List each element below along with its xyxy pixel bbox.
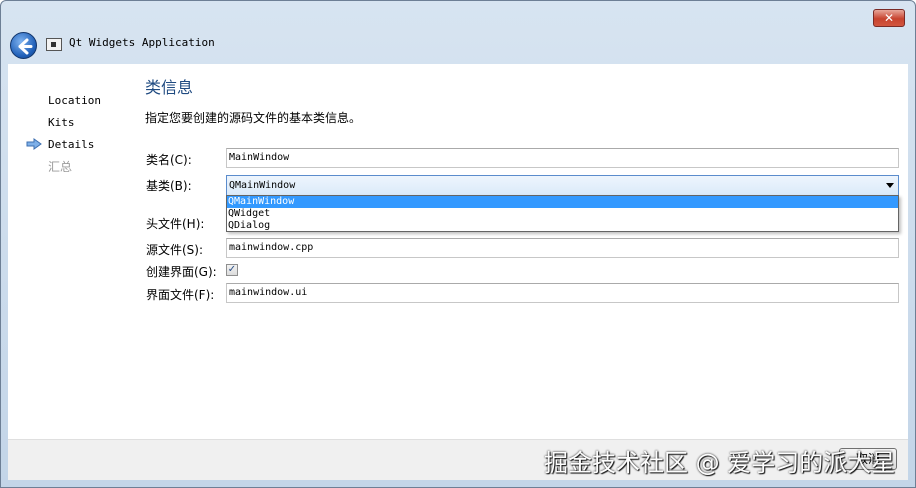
class-name-label: 类名(C): xyxy=(146,153,192,167)
base-class-value: QMainWindow xyxy=(229,180,296,191)
source-file-label: 源文件(S): xyxy=(146,243,204,257)
dropdown-option[interactable]: QDialog xyxy=(227,220,898,232)
base-class-dropdown-list: QMainWindow QWidget QDialog xyxy=(226,195,899,232)
page-subtitle: 指定您要创建的源码文件的基本类信息。 xyxy=(145,111,362,125)
form-file-label: 界面文件(F): xyxy=(146,288,215,302)
step-summary: 汇总 xyxy=(48,160,73,174)
back-button[interactable] xyxy=(10,32,37,59)
create-form-label: 创建界面(G): xyxy=(146,265,217,279)
base-class-label: 基类(B): xyxy=(146,179,192,193)
dropdown-option[interactable]: QMainWindow xyxy=(227,196,898,208)
step-details: Details xyxy=(48,138,95,151)
window-title: Qt Widgets Application xyxy=(69,36,215,49)
back-arrow-icon xyxy=(18,38,33,55)
create-form-checkbox[interactable]: ✓ xyxy=(226,264,238,276)
step-kits: Kits xyxy=(48,116,75,129)
form-file-input[interactable]: mainwindow.ui xyxy=(226,283,899,303)
chevron-down-icon[interactable] xyxy=(886,183,894,188)
page-heading: 类信息 xyxy=(145,78,194,97)
dropdown-option[interactable]: QWidget xyxy=(227,208,898,220)
app-icon xyxy=(46,38,62,51)
base-class-combobox[interactable]: QMainWindow xyxy=(226,175,899,196)
current-step-arrow-icon xyxy=(26,138,42,150)
class-name-input[interactable]: MainWindow xyxy=(226,148,899,168)
watermark-text: 掘金技术社区 @ 爱学习的派大星 xyxy=(544,449,896,477)
close-button[interactable]: ✕ xyxy=(873,9,905,27)
step-location: Location xyxy=(48,94,101,107)
header-file-label: 头文件(H): xyxy=(146,217,205,231)
source-file-input[interactable]: mainwindow.cpp xyxy=(226,238,899,258)
